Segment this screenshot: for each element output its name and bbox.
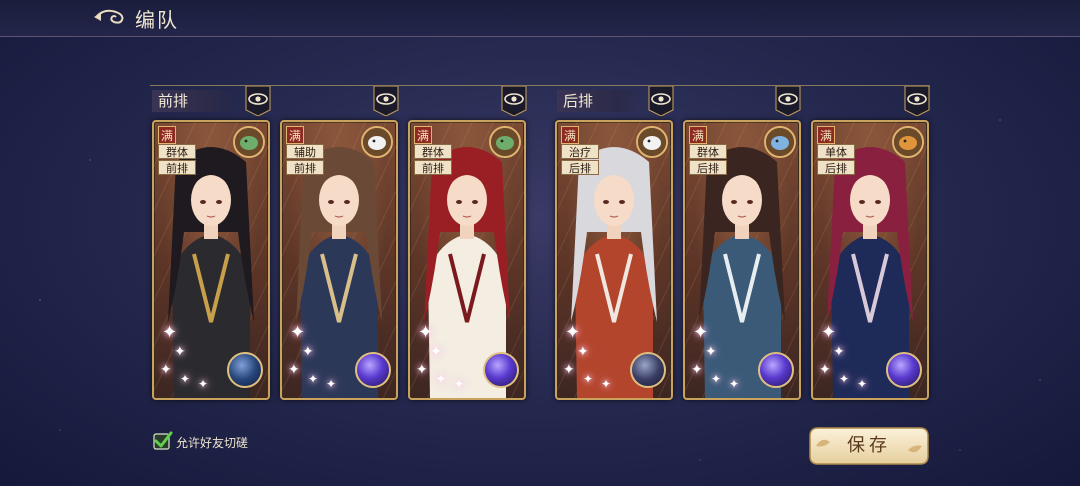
star-icon: ✦ <box>601 377 612 391</box>
eye-icon[interactable] <box>501 86 527 116</box>
star-icon: ✦ <box>693 322 709 343</box>
character-card[interactable]: 满 群体 后排 ✦ ✦ ✦ ✦ ✦ <box>683 120 801 400</box>
character-card[interactable]: 满 治疗 后排 ✦ ✦ ✦ ✦ ✦ <box>555 120 673 400</box>
skill-type-tag: 单体 <box>817 144 855 159</box>
star-icon: ✦ <box>821 322 837 343</box>
star-icon: ✦ <box>430 344 442 360</box>
position-tag: 前排 <box>414 160 452 175</box>
position-tag: 后排 <box>689 160 727 175</box>
back-row-label: 后排 <box>557 90 643 112</box>
white-bird-icon <box>636 126 668 158</box>
star-icon: ✦ <box>563 362 575 378</box>
star-icon: ✦ <box>839 372 850 386</box>
max-level-badge: 满 <box>158 126 176 144</box>
eye-icon[interactable] <box>373 86 399 116</box>
star-icon: ✦ <box>583 372 594 386</box>
front-row-label: 前排 <box>152 90 238 112</box>
star-icon: ✦ <box>729 377 740 391</box>
star-icon: ✦ <box>416 362 428 378</box>
save-button[interactable]: 保存 <box>808 426 930 466</box>
star-icon: ✦ <box>577 344 589 360</box>
eye-icon[interactable] <box>904 86 930 116</box>
orb-icon <box>355 352 391 388</box>
star-icon: ✦ <box>454 377 465 391</box>
orb-icon <box>886 352 922 388</box>
star-icon: ✦ <box>436 372 447 386</box>
star-icon: ✦ <box>819 362 831 378</box>
orb-icon <box>227 352 263 388</box>
checkbox-checked-icon[interactable] <box>153 431 173 451</box>
star-icon: ✦ <box>308 372 319 386</box>
back-icon[interactable] <box>92 6 126 28</box>
star-icon: ✦ <box>711 372 722 386</box>
star-icon: ✦ <box>174 344 186 360</box>
star-icon: ✦ <box>162 322 178 343</box>
skill-type-tag: 群体 <box>414 144 452 159</box>
orb-icon <box>483 352 519 388</box>
star-icon: ✦ <box>290 322 306 343</box>
skill-type-tag: 辅助 <box>286 144 324 159</box>
star-icon: ✦ <box>833 344 845 360</box>
eye-icon[interactable] <box>245 86 271 116</box>
green-beast-icon <box>233 126 265 158</box>
skill-type-tag: 治疗 <box>561 144 599 159</box>
position-tag: 后排 <box>561 160 599 175</box>
max-level-badge: 满 <box>689 126 707 144</box>
save-button-label: 保存 <box>847 435 891 456</box>
max-level-badge: 满 <box>817 126 835 144</box>
star-icon: ✦ <box>180 372 191 386</box>
max-level-badge: 满 <box>561 126 579 144</box>
star-icon: ✦ <box>160 362 172 378</box>
max-level-badge: 满 <box>286 126 304 144</box>
white-bird-icon <box>361 126 393 158</box>
skill-type-tag: 群体 <box>689 144 727 159</box>
star-icon: ✦ <box>288 362 300 378</box>
eye-icon[interactable] <box>648 86 674 116</box>
orange-fox-icon <box>892 126 924 158</box>
orb-icon <box>630 352 666 388</box>
character-card[interactable]: 满 群体 前排 ✦ ✦ ✦ ✦ ✦ <box>408 120 526 400</box>
eye-icon[interactable] <box>775 86 801 116</box>
orb-icon <box>758 352 794 388</box>
allow-friend-sparring-label: 允许好友切磋 <box>176 436 249 450</box>
position-tag: 前排 <box>286 160 324 175</box>
header-bar: 编队 <box>0 0 1080 37</box>
position-tag: 前排 <box>158 160 196 175</box>
star-icon: ✦ <box>705 344 717 360</box>
green-beast-icon <box>489 126 521 158</box>
character-card[interactable]: 满 群体 前排 ✦ ✦ ✦ ✦ ✦ <box>152 120 270 400</box>
max-level-badge: 满 <box>414 126 432 144</box>
star-icon: ✦ <box>857 377 868 391</box>
skill-type-tag: 群体 <box>158 144 196 159</box>
character-card[interactable]: 满 单体 后排 ✦ ✦ ✦ ✦ ✦ <box>811 120 929 400</box>
star-icon: ✦ <box>302 344 314 360</box>
star-icon: ✦ <box>691 362 703 378</box>
position-tag: 后排 <box>817 160 855 175</box>
character-card[interactable]: 满 辅助 前排 ✦ ✦ ✦ ✦ ✦ <box>280 120 398 400</box>
star-icon: ✦ <box>326 377 337 391</box>
star-icon: ✦ <box>198 377 209 391</box>
star-icon: ✦ <box>565 322 581 343</box>
page-title: 编队 <box>135 8 179 32</box>
star-icon: ✦ <box>418 322 434 343</box>
blue-fish-icon <box>764 126 796 158</box>
